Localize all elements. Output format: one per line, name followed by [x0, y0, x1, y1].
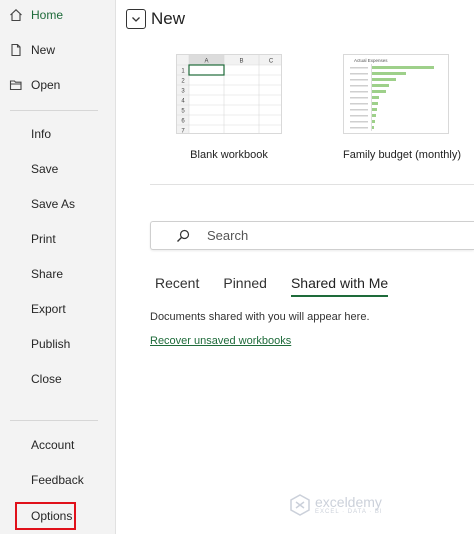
sidebar-item-label: Feedback [31, 473, 84, 487]
column-header: B [239, 59, 243, 65]
search-placeholder: Search [207, 228, 249, 243]
preview-bars [372, 66, 434, 129]
chevron-down-icon [132, 17, 140, 22]
family-budget-thumbnail: Actual Expenses [343, 54, 449, 134]
column-header: C [269, 59, 274, 65]
sidebar-item-print[interactable]: Print [0, 224, 116, 254]
sidebar-item-close[interactable]: Close [0, 364, 116, 394]
sidebar-item-home[interactable]: Home [0, 0, 116, 30]
sidebar-item-label: Print [31, 232, 56, 246]
sidebar-item-label: Save As [31, 197, 76, 211]
template-family-budget[interactable]: Actual Expenses Family budget (monthly) [343, 54, 461, 161]
template-search-box[interactable]: Search [150, 221, 474, 250]
sidebar-item-save[interactable]: Save [0, 154, 116, 184]
tab-shared-with-me[interactable]: Shared with Me [290, 275, 389, 297]
search-icon [177, 229, 190, 242]
tab-recent[interactable]: Recent [155, 275, 199, 297]
sidebar-item-label: Save [31, 162, 59, 176]
blank-workbook-thumbnail: A B C 1 2 3 4 5 6 7 [176, 54, 282, 134]
sidebar-item-label: Account [31, 438, 75, 452]
spreadsheet-grid: A B C 1 2 3 4 5 6 7 [177, 55, 281, 133]
new-panel: New A B C 1 2 3 4 5 6 7 Blank workbook A… [117, 0, 474, 534]
collapse-button[interactable] [126, 9, 146, 29]
sidebar-item-save-as[interactable]: Save As [0, 189, 116, 219]
template-label: Family budget (monthly) [343, 149, 461, 161]
sidebar-item-export[interactable]: Export [0, 294, 116, 324]
new-header: New [126, 9, 185, 29]
options-highlight-box [15, 502, 76, 530]
sidebar-item-publish[interactable]: Publish [0, 329, 116, 359]
sidebar-item-label: Open [31, 78, 61, 92]
template-blank-workbook[interactable]: A B C 1 2 3 4 5 6 7 Blank workbook [176, 54, 282, 161]
preview-category-labels [350, 67, 368, 129]
sidebar-item-label: Publish [31, 337, 71, 351]
tab-pinned[interactable]: Pinned [223, 275, 267, 297]
sidebar-item-label: Info [31, 127, 52, 141]
sidebar-divider [10, 420, 98, 421]
section-divider [150, 184, 474, 185]
backstage-sidebar: Home New Open Info Save Save As Print Sh… [0, 0, 116, 534]
expenses-bar-preview: Actual Expenses [350, 58, 434, 131]
sidebar-item-share[interactable]: Share [0, 259, 116, 289]
recover-unsaved-workbooks-link[interactable]: Recover unsaved workbooks [150, 335, 291, 347]
watermark: exceldemy EXCEL · DATA · BI [289, 494, 383, 516]
exceldemy-logo-icon [290, 494, 310, 516]
sidebar-item-label: Home [31, 8, 64, 22]
folder-icon [9, 80, 22, 91]
template-label: Blank workbook [190, 149, 268, 161]
sidebar-item-open[interactable]: Open [0, 70, 116, 100]
sidebar-item-account[interactable]: Account [0, 430, 116, 460]
new-file-icon [11, 43, 21, 57]
watermark-tagline: EXCEL · DATA · BI [315, 508, 383, 515]
page-title: New [151, 9, 186, 28]
home-icon [10, 9, 22, 22]
sidebar-divider [10, 110, 98, 111]
sidebar-item-label: Close [31, 372, 62, 386]
sidebar-item-label: New [31, 43, 56, 57]
sidebar-item-label: Export [31, 302, 66, 316]
sidebar-item-feedback[interactable]: Feedback [0, 465, 116, 495]
file-tabs: Recent Pinned Shared with Me [155, 275, 412, 297]
sidebar-item-label: Share [31, 267, 64, 281]
column-header: A [204, 59, 208, 65]
watermark-brand: exceldemy [315, 493, 382, 510]
preview-chart-title: Actual Expenses [354, 58, 388, 63]
empty-state-message: Documents shared with you will appear he… [150, 311, 370, 323]
sidebar-item-info[interactable]: Info [0, 119, 116, 149]
sidebar-item-new[interactable]: New [0, 35, 116, 65]
